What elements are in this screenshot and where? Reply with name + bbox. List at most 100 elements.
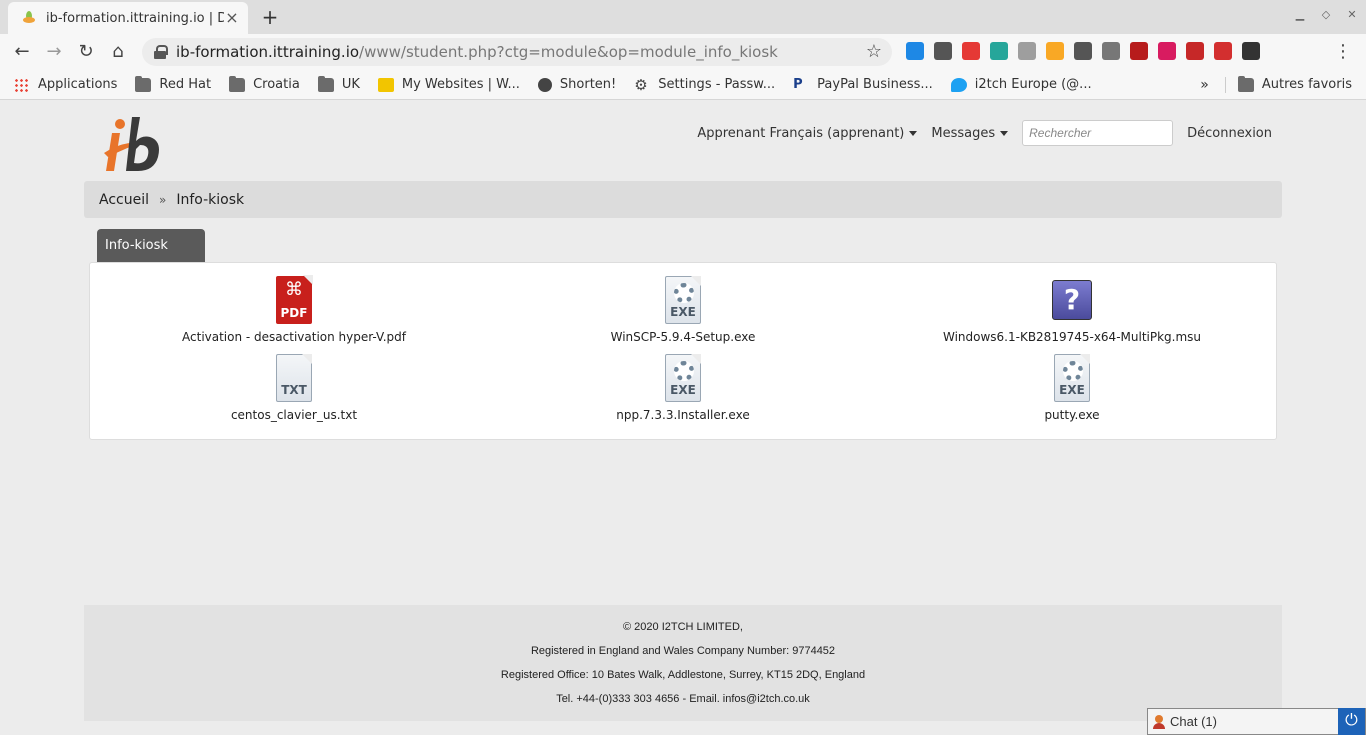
browser-tab[interactable]: ib-formation.ittraining.io | DO × — [8, 2, 248, 34]
user-menu[interactable]: Apprenant Français (apprenant) — [697, 125, 918, 141]
exe-file-icon: EXE — [1054, 354, 1090, 402]
extension-icon[interactable] — [1046, 42, 1064, 60]
bookmark-item[interactable]: My Websites | W... — [377, 77, 520, 92]
ib-logo-icon — [104, 117, 159, 171]
browser-toolbar: ← → ↻ ⌂ ib-formation.ittraining.io/www/s… — [0, 34, 1366, 70]
caret-down-icon — [909, 130, 918, 136]
new-tab-button[interactable]: + — [258, 6, 282, 28]
back-button[interactable]: ← — [10, 40, 34, 64]
bookmark-item[interactable]: i2tch Europe (@... — [950, 77, 1092, 92]
file-name: WinSCP-5.9.4-Setup.exe — [610, 330, 756, 344]
extension-icon[interactable] — [1242, 42, 1260, 60]
bookmark-item[interactable]: UK — [317, 75, 360, 92]
file-item[interactable]: EXE WinSCP-5.9.4-Setup.exe — [493, 276, 873, 344]
logout-link[interactable]: Déconnexion — [1187, 126, 1272, 141]
bookmark-label: My Websites | W... — [401, 77, 520, 92]
folder-icon — [135, 75, 152, 92]
bookmark-label: PayPal Business... — [817, 77, 933, 92]
breadcrumb: Accueil » Info-kiosk — [84, 181, 1282, 218]
power-icon[interactable]: ⏻ — [1338, 708, 1365, 735]
reload-button[interactable]: ↻ — [74, 40, 98, 64]
breadcrumb-separator: » — [159, 192, 167, 207]
url-host: ib-formation.ittraining.io — [176, 43, 360, 61]
bookmark-label: i2tch Europe (@... — [974, 77, 1092, 92]
breadcrumb-home-link[interactable]: Accueil — [99, 192, 149, 208]
apps-grid-icon — [14, 77, 30, 92]
bookmarks-bar: Applications Red Hat Croatia UK My Websites … — [0, 70, 1366, 100]
footer-address: Registered Office: 10 Bates Walk, Addles… — [500, 669, 866, 681]
extension-icon[interactable] — [1214, 42, 1232, 60]
chat-user-icon — [1152, 714, 1166, 729]
home-icon: ⌂ — [112, 41, 124, 62]
file-item[interactable]: ? Windows6.1-KB2819745-x64-MultiPkg.msu — [882, 276, 1262, 344]
bookmark-item[interactable]: Croatia — [229, 75, 300, 92]
extension-icon[interactable] — [1158, 42, 1176, 60]
bookmark-label: Settings - Passw... — [658, 77, 776, 92]
caret-down-icon — [1000, 130, 1009, 136]
bookmarks-overflow-button[interactable]: » — [1200, 77, 1209, 93]
paypal-icon: P — [793, 76, 803, 92]
file-item[interactable]: TXT centos_clavier_us.txt — [104, 354, 484, 422]
extension-icon[interactable] — [934, 42, 952, 60]
bookmark-item[interactable]: Applications — [14, 77, 117, 92]
extension-icon[interactable] — [990, 42, 1008, 60]
forward-button[interactable]: → — [42, 40, 66, 64]
twitter-icon — [950, 77, 967, 92]
other-bookmarks-folder[interactable]: Autres favoris — [1237, 75, 1352, 92]
top-navigation: Apprenant Français (apprenant) Messages … — [697, 120, 1272, 146]
user-menu-label: Apprenant Français (apprenant) — [697, 125, 905, 141]
file-item[interactable]: ⌘ PDF Activation - desactivation hyper-V.… — [104, 275, 484, 344]
search-input[interactable] — [1022, 120, 1174, 146]
lock-icon — [154, 45, 168, 59]
restore-icon[interactable]: ◇ — [1320, 8, 1332, 21]
bookmark-label: Shorten! — [559, 77, 617, 92]
site-icon — [377, 77, 394, 92]
globe-icon — [537, 77, 552, 92]
file-name: npp.7.3.3.Installer.exe — [616, 408, 750, 422]
bookmark-item[interactable]: ⚙ Settings - Passw... — [634, 77, 775, 92]
folder-icon — [317, 75, 334, 92]
bookmark-item[interactable]: Red Hat — [135, 75, 211, 92]
tab-title: ib-formation.ittraining.io | DO — [46, 10, 224, 26]
bookmark-label: Croatia — [253, 77, 300, 92]
url-path: /www/student.php?ctg=module&op=module_in… — [359, 43, 778, 61]
close-window-icon[interactable]: ✕ — [1346, 8, 1358, 21]
messages-menu[interactable]: Messages — [931, 125, 1009, 141]
extension-icon[interactable] — [1102, 42, 1120, 60]
file-item[interactable]: EXE putty.exe — [882, 354, 1262, 422]
bookmark-item[interactable]: Shorten! — [537, 77, 617, 92]
extension-icons — [906, 42, 1260, 60]
file-name: centos_clavier_us.txt — [230, 408, 358, 422]
address-bar[interactable]: ib-formation.ittraining.io/www/student.p… — [142, 38, 892, 66]
close-tab-icon[interactable]: × — [224, 10, 240, 26]
extension-icon[interactable] — [962, 42, 980, 60]
page-content: Apprenant Français (apprenant) Messages … — [0, 101, 1366, 735]
reload-icon: ↻ — [78, 41, 94, 62]
bookmark-label: UK — [341, 77, 360, 92]
messages-menu-label: Messages — [931, 125, 996, 141]
extension-icon[interactable] — [1074, 42, 1092, 60]
folder-icon — [1237, 75, 1254, 92]
other-bookmarks-label: Autres favoris — [1261, 77, 1352, 92]
extension-icon[interactable] — [906, 42, 924, 60]
extension-icon[interactable] — [1186, 42, 1204, 60]
footer-copyright: © 2020 I2TCH LIMITED, — [623, 621, 743, 633]
bookmark-item[interactable]: P PayPal Business... — [793, 77, 933, 92]
extension-icon[interactable] — [1130, 42, 1148, 60]
tab-info-kiosk[interactable]: Info-kiosk — [97, 229, 205, 263]
bookmark-star-icon[interactable]: ☆ — [866, 41, 882, 62]
extension-icon[interactable] — [1018, 42, 1036, 60]
exe-file-icon: EXE — [665, 276, 701, 324]
chat-label: Chat (1) — [1170, 714, 1217, 729]
ib-logo[interactable] — [94, 113, 166, 175]
chat-widget[interactable]: Chat (1) ⏻ — [1147, 708, 1366, 735]
file-panel: ⌘ PDF Activation - desactivation hyper-V.… — [89, 262, 1277, 440]
home-button[interactable]: ⌂ — [106, 40, 130, 64]
bookmark-label: Applications — [38, 77, 118, 92]
minimize-icon[interactable]: ▁ — [1294, 8, 1306, 21]
file-name: Activation - desactivation hyper-V.pdf — [182, 330, 406, 344]
browser-menu-icon[interactable]: ⋮ — [1334, 41, 1352, 63]
file-item[interactable]: EXE npp.7.3.3.Installer.exe — [493, 354, 873, 422]
footer-contact: Tel. +44-(0)333 303 4656 - Email. infos@… — [556, 693, 810, 705]
bookmarks-right: » Autres favoris — [1200, 75, 1352, 93]
